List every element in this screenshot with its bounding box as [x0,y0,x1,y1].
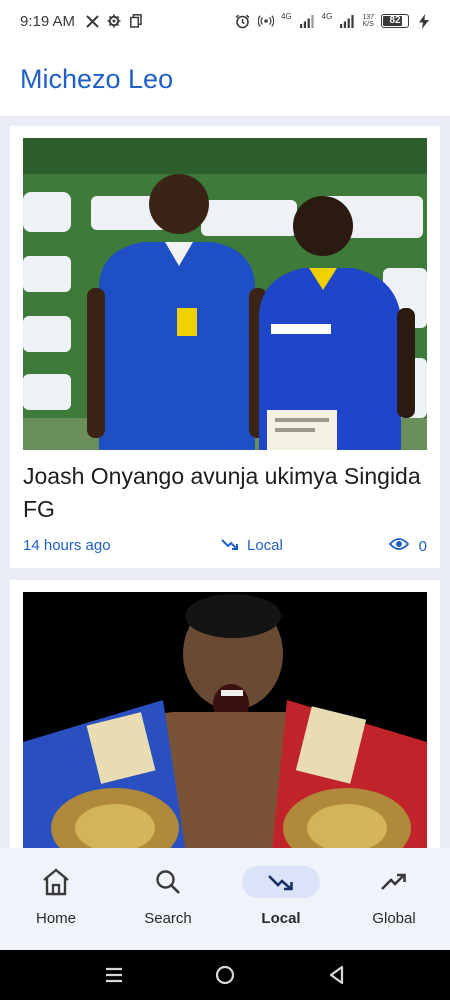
copy-icon [128,12,144,30]
nav-search-label: Search [144,910,192,927]
network-speed-unit: K/S [362,21,374,28]
recents-button[interactable] [103,964,125,986]
nav-home[interactable]: Home [6,866,106,927]
x-icon [84,12,100,30]
network-type-2: 4G [321,12,333,21]
status-left-icons [84,12,144,30]
status-bar: 9:19 AM 4G 4G 137 K/S 82 [0,0,450,44]
nav-global[interactable]: Global [344,866,444,927]
signal-icon [299,12,315,30]
battery-level: 82 [389,15,401,26]
network-type-1: 4G [280,12,292,21]
article-title[interactable]: Joash Onyango avunja ukimya Singida FG [23,460,427,526]
hotspot-icon [257,12,274,30]
status-right-icons: 4G 4G 137 K/S 82 [235,12,432,30]
article-category-label: Local [247,537,283,554]
status-time: 9:19 AM [20,13,76,30]
app-title: Michezo Leo [20,64,174,94]
home-icon [24,866,88,898]
article-image[interactable] [23,592,427,848]
charging-icon [416,12,432,30]
eye-icon [388,537,409,555]
search-icon [136,866,200,898]
article-meta: 14 hours ago Local 0 [23,537,427,559]
article-views: 0 [388,537,427,555]
nav-home-label: Home [35,910,76,927]
news-feed[interactable]: Joash Onyango avunja ukimya Singida FG 1… [0,116,450,848]
trending-up-icon [362,866,426,898]
article-image[interactable] [23,138,427,450]
trending-down-icon [221,537,239,554]
bottom-navigation: Home Search Local Global [0,848,450,950]
article-category[interactable]: Local [221,537,283,554]
signal-icon [339,12,355,30]
nav-search[interactable]: Search [118,866,218,927]
article-card[interactable]: Joash Onyango avunja ukimya Singida FG 1… [10,126,440,568]
nav-local[interactable]: Local [231,866,331,927]
battery-indicator: 82 [381,14,409,28]
nav-global-label: Global [372,910,416,927]
nav-local-label: Local [261,910,301,927]
network-speed: 137 K/S [362,14,374,28]
back-button[interactable] [326,964,348,986]
trending-down-icon [242,866,320,898]
alarm-icon [235,12,251,30]
gear-icon [106,12,122,30]
app-bar: Michezo Leo [0,44,450,116]
system-navigation-bar [0,950,450,1000]
article-time: 14 hours ago [23,537,111,554]
network-speed-value: 137 [362,14,374,21]
article-view-count: 0 [418,537,427,555]
article-card[interactable] [10,580,440,848]
home-button[interactable] [214,964,236,986]
